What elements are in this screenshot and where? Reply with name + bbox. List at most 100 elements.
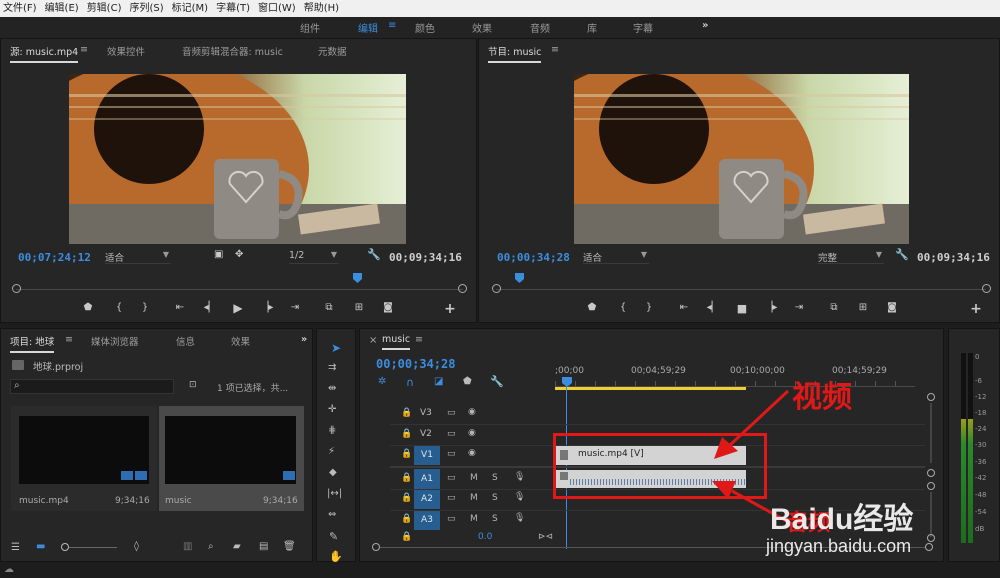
close-sequence-icon[interactable]: × xyxy=(369,335,377,346)
program-panel-menu-icon[interactable]: ≡ xyxy=(551,44,559,55)
zoom-slider-handle[interactable] xyxy=(61,543,69,551)
mark-in-icon[interactable]: { xyxy=(112,302,126,313)
icon-view-icon[interactable]: ▬ xyxy=(36,541,45,552)
vertical-scroll-handle[interactable] xyxy=(927,534,935,542)
export-frame-camera-icon[interactable]: ◙ xyxy=(885,302,899,313)
track-target-a3[interactable]: A3 xyxy=(414,510,440,530)
sync-lock-icon[interactable]: ▭ xyxy=(447,473,456,483)
source-time-ruler[interactable] xyxy=(16,289,463,290)
vertical-scroll-handle[interactable] xyxy=(927,482,935,490)
go-to-out-icon[interactable]: ⇥ xyxy=(288,302,302,313)
program-zoom-handle-right[interactable] xyxy=(982,284,991,293)
microphone-icon[interactable]: 🎙 xyxy=(514,492,525,502)
workspace-more-icon[interactable]: » xyxy=(702,20,708,31)
workspace-tab-libraries[interactable]: 库 xyxy=(587,20,597,35)
play-icon[interactable]: ▶ xyxy=(231,301,245,315)
workspace-menu-icon[interactable]: ≡ xyxy=(388,20,396,31)
source-zoom-handle-right[interactable] xyxy=(458,284,467,293)
slip-tool-icon[interactable]: |↔| xyxy=(327,488,342,499)
microphone-icon[interactable]: 🎙 xyxy=(514,513,525,523)
list-view-icon[interactable]: ☰ xyxy=(11,542,20,553)
tab-effects[interactable]: 效果 xyxy=(231,334,250,348)
menu-marker[interactable]: 标记(M) xyxy=(168,0,212,17)
sort-icon[interactable]: ◊ xyxy=(134,541,139,552)
solo-button[interactable]: S xyxy=(492,493,498,503)
selection-tool-icon[interactable]: ➤ xyxy=(331,341,341,355)
rolling-edit-tool-icon[interactable]: ✛ xyxy=(328,404,336,415)
overwrite-icon[interactable]: ⊞ xyxy=(352,302,366,313)
pen-tool-icon[interactable]: ✎ xyxy=(329,530,338,543)
eye-icon[interactable]: ◉ xyxy=(468,407,476,417)
track-select-tool-icon[interactable]: ⇉ xyxy=(328,362,336,373)
settings-square-icon[interactable]: ▣ xyxy=(214,249,223,260)
lock-icon[interactable]: 🔒 xyxy=(401,473,412,483)
source-zoom-handle-left[interactable] xyxy=(12,284,21,293)
mute-button[interactable]: M xyxy=(470,514,478,524)
sync-lock-icon[interactable]: ▭ xyxy=(447,429,456,439)
nest-icon[interactable]: ✲ xyxy=(378,376,386,387)
go-to-in-icon[interactable]: ⇤ xyxy=(173,302,187,313)
microphone-icon[interactable]: 🎙 xyxy=(514,472,525,482)
source-resolution-dropdown[interactable]: 1/2 ▼ xyxy=(289,250,339,264)
rate-stretch-tool-icon[interactable]: ⋕ xyxy=(328,425,336,436)
tab-audio-clip-mixer[interactable]: 音频剪辑混合器: music xyxy=(182,44,283,58)
lift-icon[interactable]: ⧉ xyxy=(827,302,841,313)
extract-icon[interactable]: ⊞ xyxy=(856,302,870,313)
menu-edit[interactable]: 编辑(E) xyxy=(41,0,83,17)
program-video-frame[interactable] xyxy=(574,74,909,244)
tab-media-browser[interactable]: 媒体浏览器 xyxy=(91,334,139,348)
menu-sequence[interactable]: 序列(S) xyxy=(125,0,167,17)
linked-selection-icon[interactable]: ◪ xyxy=(434,376,443,387)
mark-in-icon[interactable]: { xyxy=(616,302,630,313)
workspace-tab-effects[interactable]: 效果 xyxy=(472,20,492,35)
vertical-scrollbar[interactable] xyxy=(930,403,932,463)
workspace-tab-assembly[interactable]: 组件 xyxy=(300,20,320,35)
eye-icon[interactable]: ◉ xyxy=(468,448,476,458)
menu-clip[interactable]: 剪辑(C) xyxy=(83,0,126,17)
panel-more-icon[interactable]: » xyxy=(301,334,307,345)
automate-icon[interactable]: ▥ xyxy=(183,541,192,552)
slide-tool-icon[interactable]: ⇔ xyxy=(328,509,336,520)
ripple-edit-tool-icon[interactable]: ⇹ xyxy=(328,383,336,394)
mute-button[interactable]: M xyxy=(470,493,478,503)
track-target-a1[interactable]: A1 xyxy=(414,469,440,489)
tab-source[interactable]: 源: music.mp4 xyxy=(10,44,79,63)
tab-effect-controls[interactable]: 效果控件 xyxy=(107,44,145,58)
hand-tool-icon[interactable]: ✋ xyxy=(329,550,343,563)
eye-icon[interactable]: ◉ xyxy=(468,428,476,438)
program-zoom-handle-left[interactable] xyxy=(492,284,501,293)
lock-icon[interactable]: 🔒 xyxy=(401,532,412,542)
add-marker-icon[interactable]: ⬟ xyxy=(81,302,95,313)
step-forward-icon[interactable]: ▕▸ xyxy=(260,302,274,313)
add-marker-icon[interactable]: ⬟ xyxy=(463,376,472,387)
go-to-out-icon[interactable]: ⇥ xyxy=(792,302,806,313)
add-button-icon[interactable]: + xyxy=(443,301,457,317)
export-frame-camera-icon[interactable]: ◙ xyxy=(381,302,395,313)
vertical-scroll-handle[interactable] xyxy=(927,469,935,477)
new-item-icon[interactable]: ▤ xyxy=(259,541,268,552)
project-item-music-sequence[interactable]: music 9;34;16 xyxy=(159,406,304,511)
mark-out-icon[interactable]: } xyxy=(642,302,656,313)
sync-lock-icon[interactable]: ▭ xyxy=(447,408,456,418)
sync-lock-icon[interactable]: ▭ xyxy=(447,493,456,503)
timeline-panel-menu-icon[interactable]: ≡ xyxy=(415,334,423,345)
snap-magnet-icon[interactable]: ∩ xyxy=(406,376,414,389)
razor-tool-icon[interactable]: ⚡ xyxy=(328,446,335,457)
workspace-tab-captions[interactable]: 字幕 xyxy=(633,20,653,35)
stop-icon[interactable]: ■ xyxy=(735,302,749,315)
sync-lock-icon[interactable]: ▭ xyxy=(447,449,456,459)
solo-button[interactable]: S xyxy=(492,514,498,524)
program-zoom-dropdown[interactable]: 适合 ▼ xyxy=(583,250,649,264)
tab-info[interactable]: 信息 xyxy=(176,334,195,348)
vertical-scroll-handle[interactable] xyxy=(927,393,935,401)
lock-icon[interactable]: 🔒 xyxy=(401,449,412,459)
go-to-end-icon[interactable]: ⊳⊲ xyxy=(538,532,553,542)
lock-icon[interactable]: 🔒 xyxy=(401,408,412,418)
step-back-icon[interactable]: ◂▏ xyxy=(706,302,720,313)
master-volume-value[interactable]: 0.0 xyxy=(478,532,492,542)
zoom-slider[interactable] xyxy=(69,547,117,548)
razor-blade-icon[interactable]: ◆ xyxy=(329,467,337,478)
tab-metadata[interactable]: 元数据 xyxy=(318,44,347,58)
step-forward-icon[interactable]: ▕▸ xyxy=(764,302,778,313)
tab-project[interactable]: 项目: 地球 xyxy=(10,334,55,353)
